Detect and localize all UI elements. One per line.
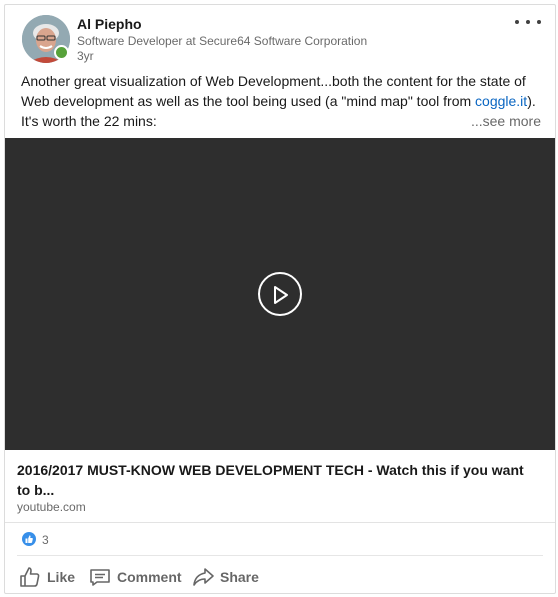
comment-icon [90,569,110,586]
comment-button[interactable]: Comment [88,565,182,589]
ellipsis-icon[interactable] [515,15,541,29]
divider [17,555,543,556]
actor-description: Software Developer at Secure64 Software … [77,34,368,48]
see-more-button[interactable]: ...see more [466,111,541,131]
reaction-count[interactable]: 3 [42,533,49,547]
divider [5,522,555,523]
like-reaction-icon[interactable] [22,532,36,546]
feed-post-card: Al Piepho Software Developer at Secure64… [4,4,556,594]
share-button[interactable]: Share [191,565,259,589]
play-icon[interactable] [258,272,302,316]
link-preview-domain: youtube.com [17,500,86,514]
actor-name[interactable]: Al Piepho [77,16,142,32]
coggle-link[interactable]: coggle.it [475,93,527,109]
thumbs-up-icon [20,567,40,587]
link-preview-title[interactable]: 2016/2017 MUST-KNOW WEB DEVELOPMENT TECH… [17,460,537,500]
share-arrow-icon [193,568,214,586]
like-button[interactable]: Like [18,565,75,589]
online-status-indicator [54,45,69,60]
post-timestamp: 3yr [77,49,94,63]
